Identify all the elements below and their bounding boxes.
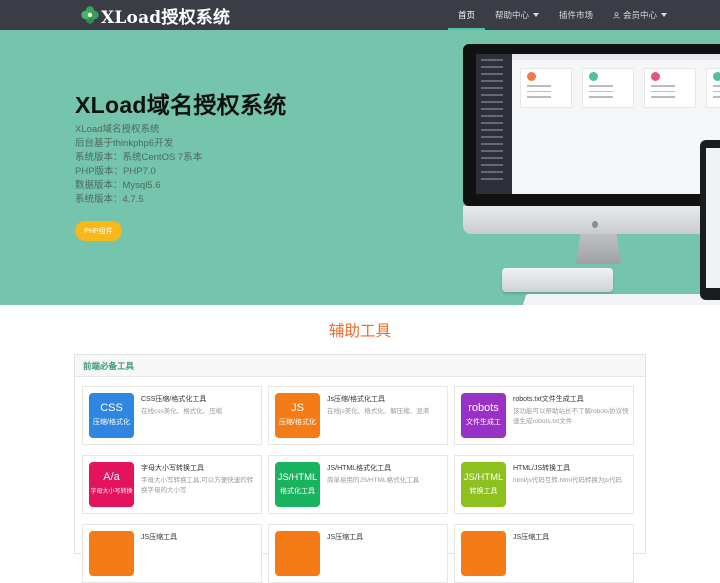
tile-main-label: robots	[468, 402, 499, 414]
clover-logo-icon	[81, 6, 99, 24]
tile-main-label: JS	[291, 402, 304, 414]
nav-item-home[interactable]: 首页	[448, 0, 486, 30]
tool-card-title: JS压缩工具	[327, 534, 364, 541]
hero-info-line: 系统版本：系统CentOS 7系本	[75, 152, 203, 163]
tool-card-desc: 字母大小写转换工具,可以方便快速的转换字母的大小写	[141, 477, 254, 494]
tool-card-css[interactable]: CSS 压缩/格式化 CSS压缩/格式化工具 在线css美化、格式化、压缩	[82, 386, 262, 445]
css-tool-icon: CSS 压缩/格式化	[89, 393, 134, 438]
nav-item-plugin-market[interactable]: 插件市场	[549, 0, 603, 30]
tool-card-title: JS/HTML格式化工具	[327, 465, 392, 472]
tablet-screen-graphic	[706, 148, 720, 288]
tool-card-js-minify[interactable]: JS压缩工具	[454, 524, 634, 583]
tile-sub-label: 压缩/格式化	[279, 419, 316, 426]
tool-card-desc: 在线css美化、格式化、压缩	[141, 408, 223, 415]
hero-title: XLoad域名授权系统	[75, 92, 287, 118]
top-navbar: XLoad授权系统 首页 帮助中心 插件市场 会员中心	[0, 0, 720, 30]
js-minify-tool-icon	[461, 531, 506, 576]
imac-stand	[576, 234, 621, 264]
jshtml-format-tool-icon: JS/HTML 格式化工具	[275, 462, 320, 507]
nav-item-label: 插件市场	[559, 10, 594, 20]
chevron-down-icon	[533, 13, 540, 17]
nav-item-label: 帮助中心	[495, 10, 530, 20]
brand-link[interactable]: XLoad授权系统	[80, 3, 231, 28]
tool-card-title: Js压缩/格式化工具	[327, 396, 385, 403]
tool-card-title: HTML/JS转换工具	[513, 465, 571, 472]
tool-card-desc: 该功能可以帮助站长不了解robots协议快速生成robots.txt文件	[513, 408, 629, 425]
admin-topbar-graphic	[512, 54, 720, 60]
hero-info-line: PHP版本：PHP7.0	[75, 166, 156, 177]
tool-card-htmljs-convert[interactable]: JS/HTML 转换工具 HTML/JS转换工具 html/js代码互转,htm…	[454, 455, 634, 514]
tool-card-robots[interactable]: robots 文件生成工 robots.txt文件生成工具 该功能可以帮助站长不…	[454, 386, 634, 445]
admin-stat-card-graphic	[520, 68, 572, 108]
tool-card-desc: 在线js美化、格式化、解压缩、混淆	[327, 408, 430, 415]
admin-sidebar-graphic	[476, 54, 512, 194]
tile-main-label: JS/HTML	[463, 472, 504, 483]
tool-card-js-minify[interactable]: JS压缩工具	[268, 524, 448, 583]
hero-info: XLoad域名授权系统 后台基于thinkphp6开发 系统版本：系统CentO…	[75, 123, 202, 207]
tool-card-title: JS压缩工具	[513, 534, 550, 541]
tool-card-desc: 简单易用的JS/HTML格式化工具	[327, 477, 420, 484]
hero-banner: XLoad域名授权系统 XLoad域名授权系统 后台基于thinkphp6开发 …	[0, 30, 720, 305]
htmljs-convert-tool-icon: JS/HTML 转换工具	[461, 462, 506, 507]
hero-info-line: 数据版本：Mysql5.6	[75, 180, 161, 191]
panel-title: 前端必备工具	[75, 355, 645, 377]
admin-stat-card-graphic	[706, 68, 720, 108]
js-minify-tool-icon	[275, 531, 320, 576]
tool-card-jshtml-format[interactable]: JS/HTML 格式化工具 JS/HTML格式化工具 简单易用的JS/HTML格…	[268, 455, 448, 514]
brand-title: XLoad授权系统	[101, 7, 231, 28]
tool-card-js-compress[interactable]: JS 压缩/格式化 Js压缩/格式化工具 在线js美化、格式化、解压缩、混淆	[268, 386, 448, 445]
js-minify-tool-icon	[89, 531, 134, 576]
imac-chin	[463, 206, 720, 234]
tile-sub-label: 压缩/格式化	[93, 419, 130, 426]
admin-stat-card-graphic	[582, 68, 634, 108]
tile-main-label: JS/HTML	[277, 472, 318, 483]
nav-item-label: 首页	[458, 10, 476, 20]
tile-sub-label: 字母大小写转换	[90, 489, 133, 495]
admin-stat-card-graphic	[644, 68, 696, 108]
chevron-down-icon	[661, 13, 668, 17]
tool-card-desc: html/js代码互转,html代码转换为js代码	[513, 477, 623, 484]
tile-sub-label: 格式化工具	[280, 488, 315, 495]
php-plugin-button[interactable]: PHP组件	[75, 221, 122, 241]
tool-card-title: 字母大小写转换工具	[141, 465, 204, 472]
hero-info-line: 后台基于thinkphp6开发	[75, 138, 174, 149]
tool-card-title: robots.txt文件生成工具	[513, 396, 584, 403]
user-icon	[613, 11, 620, 19]
apple-logo-icon	[592, 221, 598, 228]
case-convert-tool-icon: A/a 字母大小写转换	[89, 462, 134, 507]
mac-mini-graphic	[502, 268, 613, 292]
hero-info-line: 系统版本：4.7.5	[75, 194, 144, 205]
tile-main-label: A/a	[103, 471, 120, 483]
main-nav: 首页 帮助中心 插件市场 会员中心	[448, 0, 677, 30]
hero-info-line: XLoad域名授权系统	[75, 124, 160, 135]
js-tool-icon: JS 压缩/格式化	[275, 393, 320, 438]
robots-tool-icon: robots 文件生成工	[461, 393, 506, 438]
tile-main-label: CSS	[100, 402, 123, 414]
nav-item-help-center[interactable]: 帮助中心	[485, 0, 549, 30]
nav-item-member-center[interactable]: 会员中心	[603, 0, 677, 30]
keyboard-graphic	[521, 294, 720, 305]
tools-section-title: 辅助工具	[328, 323, 391, 340]
tile-sub-label: 转换工具	[469, 488, 498, 495]
tool-card-title: JS压缩工具	[141, 534, 178, 541]
tool-card-title: CSS压缩/格式化工具	[141, 396, 207, 403]
tools-panel: 前端必备工具 CSS 压缩/格式化 CSS压缩/格式化工具 在线css美化、格式…	[74, 354, 646, 583]
tool-card-js-minify[interactable]: JS压缩工具	[82, 524, 262, 583]
imac-display	[476, 54, 720, 194]
tool-card-case-convert[interactable]: A/a 字母大小写转换 字母大小写转换工具 字母大小写转换工具,可以方便快速的转…	[82, 455, 262, 514]
tile-sub-label: 文件生成工	[466, 419, 501, 426]
nav-item-label: 会员中心	[623, 10, 658, 20]
